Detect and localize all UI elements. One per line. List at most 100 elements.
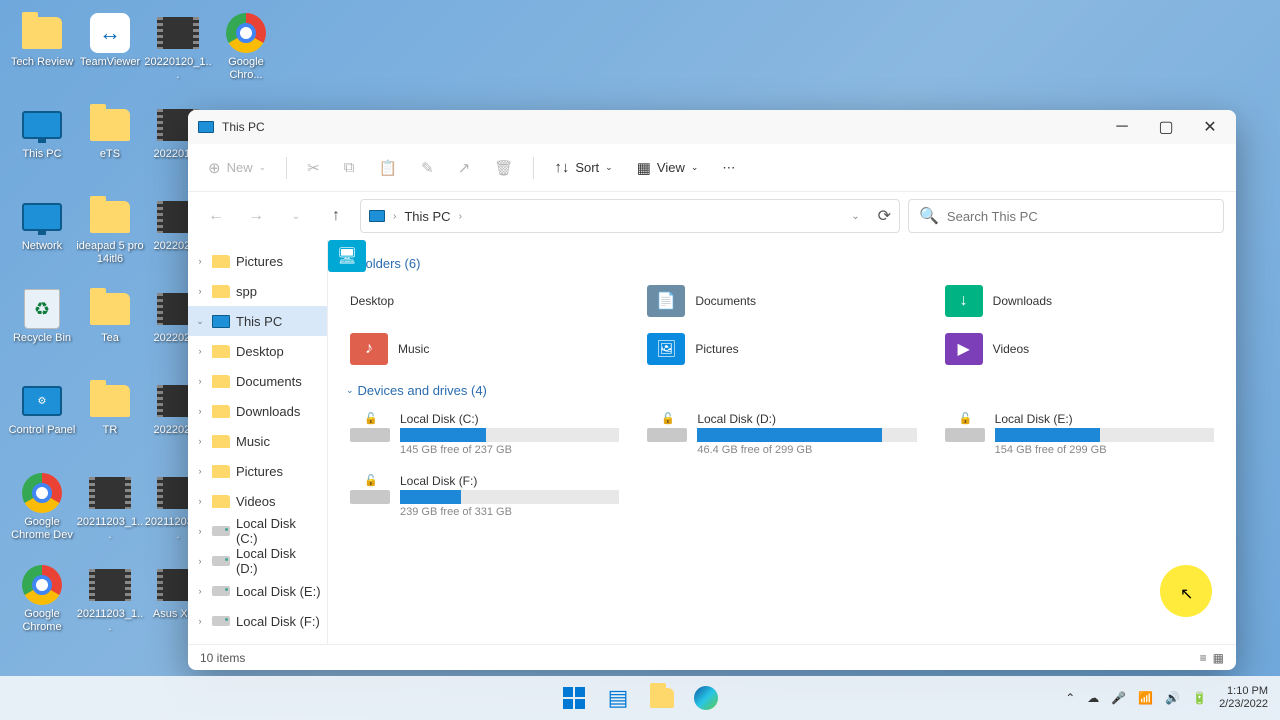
sidebar-item[interactable]: ›Pictures bbox=[188, 246, 327, 276]
drive-item[interactable]: 🔓Local Disk (F:)239 GB free of 331 GB bbox=[346, 470, 623, 522]
details-view-button[interactable]: ≡ bbox=[1200, 651, 1207, 665]
sidebar-item[interactable]: ›Local Disk (D:) bbox=[188, 546, 327, 576]
sidebar-item[interactable]: ›Downloads bbox=[188, 396, 327, 426]
desktop-icon[interactable]: Google Chrome Dev bbox=[8, 472, 76, 542]
taskbar-explorer[interactable] bbox=[643, 679, 681, 717]
chevron-down-icon: ⌄ bbox=[346, 385, 354, 396]
folder-icon: ♪ bbox=[350, 333, 388, 365]
sidebar-item[interactable]: ›Local Disk (C:) bbox=[188, 516, 327, 546]
system-tray[interactable]: ⌃ ☁ 🎤 📶 🔊 🔋 1:10 PM 2/23/2022 bbox=[1065, 685, 1280, 711]
taskbar-notepad[interactable]: ▤ bbox=[599, 679, 637, 717]
new-button[interactable]: ⊕New⌄ bbox=[198, 153, 276, 183]
breadcrumb[interactable]: This PC bbox=[404, 209, 450, 224]
folder-item[interactable]: 📄Documents bbox=[643, 281, 920, 321]
desktop-icon[interactable]: 20211203_1... bbox=[76, 472, 144, 542]
sidebar-item[interactable]: ›Local Disk (F:) bbox=[188, 606, 327, 636]
address-bar[interactable]: › This PC › ⌄ ⟳ bbox=[360, 199, 900, 233]
desktop-icon[interactable]: Recycle Bin bbox=[8, 288, 76, 345]
folder-item[interactable]: ↓Downloads bbox=[941, 281, 1218, 321]
titlebar[interactable]: This PC ─ ▢ ✕ bbox=[188, 110, 1236, 144]
location-icon bbox=[369, 210, 385, 222]
folder-icon: 🖼 bbox=[647, 333, 685, 365]
navbar: ← → ⌄ ↑ › This PC › ⌄ ⟳ 🔍 bbox=[188, 192, 1236, 240]
sidebar-item[interactable]: ›spp bbox=[188, 276, 327, 306]
statusbar: 10 items ≡ ▦ bbox=[188, 644, 1236, 670]
cursor-highlight bbox=[1160, 565, 1212, 617]
sidebar-item[interactable]: ›Pictures bbox=[188, 456, 327, 486]
onedrive-icon[interactable]: ☁ bbox=[1087, 691, 1099, 705]
desktop-icon[interactable]: 20220120_1... bbox=[144, 12, 212, 82]
sort-button[interactable]: ↑↓Sort⌄ bbox=[544, 153, 622, 182]
taskbar-edge[interactable] bbox=[687, 679, 725, 717]
drive-item[interactable]: 🔓Local Disk (C:)145 GB free of 237 GB bbox=[346, 408, 623, 460]
explorer-window: This PC ─ ▢ ✕ ⊕New⌄ ✂ ⧉ 📋 ✎ ↗ 🗑 ↑↓Sort⌄ … bbox=[188, 110, 1236, 670]
sidebar-item[interactable]: ›Local Disk (E:) bbox=[188, 576, 327, 606]
minimize-button[interactable]: ─ bbox=[1100, 111, 1144, 143]
drive-item[interactable]: 🔓Local Disk (E:)154 GB free of 299 GB bbox=[941, 408, 1218, 460]
desktop-icon[interactable]: 20211203_1... bbox=[76, 564, 144, 634]
folder-icon: ↓ bbox=[945, 285, 983, 317]
sidebar-item[interactable]: ›Documents bbox=[188, 366, 327, 396]
sidebar: ›Pictures›spp⌄This PC›Desktop›Documents›… bbox=[188, 240, 328, 644]
desktop-icon[interactable]: Tea bbox=[76, 288, 144, 345]
desktop-icon[interactable]: TeamViewer bbox=[76, 12, 144, 69]
desktop-icon[interactable]: This PC bbox=[8, 104, 76, 161]
share-button: ↗ bbox=[448, 153, 481, 183]
recent-button[interactable]: ⌄ bbox=[280, 200, 312, 232]
desktop-icon[interactable]: TR bbox=[76, 380, 144, 437]
chevron-right-icon: › bbox=[459, 211, 462, 222]
tiles-view-button[interactable]: ▦ bbox=[1213, 651, 1224, 665]
drives-group-header[interactable]: ⌄Devices and drives (4) bbox=[346, 383, 1218, 398]
up-button[interactable]: ↑ bbox=[320, 200, 352, 232]
desktop-icon[interactable]: Google Chro... bbox=[212, 12, 280, 82]
drive-icon: 🔓 bbox=[945, 412, 985, 444]
this-pc-icon bbox=[198, 121, 214, 133]
item-count: 10 items bbox=[200, 651, 245, 665]
search-input[interactable] bbox=[947, 209, 1213, 224]
start-button[interactable] bbox=[555, 679, 593, 717]
rename-button: ✎ bbox=[411, 153, 444, 183]
desktop-icon[interactable]: Network bbox=[8, 196, 76, 253]
dropdown-icon[interactable]: ⌄ bbox=[851, 211, 859, 222]
drive-icon: 🔓 bbox=[350, 412, 390, 444]
sidebar-item[interactable]: ›Desktop bbox=[188, 336, 327, 366]
desktop-icon[interactable]: Tech Review bbox=[8, 12, 76, 69]
desktop-icon[interactable]: ideapad 5 pro 14itl6 bbox=[76, 196, 144, 266]
close-button[interactable]: ✕ bbox=[1188, 111, 1232, 143]
view-button[interactable]: ▦View⌄ bbox=[627, 153, 709, 183]
search-icon: 🔍 bbox=[919, 206, 939, 226]
back-button[interactable]: ← bbox=[200, 200, 232, 232]
folder-item[interactable]: ♪Music bbox=[346, 329, 623, 369]
desktop-icon[interactable]: ⚙Control Panel bbox=[8, 380, 76, 437]
sidebar-item[interactable]: ›Music bbox=[188, 426, 327, 456]
cursor-icon: ↖ bbox=[1180, 584, 1193, 604]
more-button[interactable]: ⋯ bbox=[712, 154, 745, 182]
folder-item[interactable]: 🖼Pictures bbox=[643, 329, 920, 369]
folder-item[interactable]: 🖥Desktop bbox=[346, 281, 623, 321]
drive-icon: 🔓 bbox=[647, 412, 687, 444]
desktop-icon[interactable]: Google Chrome bbox=[8, 564, 76, 634]
drive-item[interactable]: 🔓Local Disk (D:)46.4 GB free of 299 GB bbox=[643, 408, 920, 460]
folder-icon: ▶ bbox=[945, 333, 983, 365]
paste-button: 📋 bbox=[368, 153, 407, 183]
mic-icon[interactable]: 🎤 bbox=[1111, 691, 1126, 705]
forward-button[interactable]: → bbox=[240, 200, 272, 232]
folders-group-header[interactable]: ⌄Folders (6) bbox=[346, 256, 1218, 271]
sidebar-item[interactable]: ›Videos bbox=[188, 486, 327, 516]
folder-item[interactable]: ▶Videos bbox=[941, 329, 1218, 369]
folder-icon: 📄 bbox=[647, 285, 685, 317]
content-pane: ⌄Folders (6) 🖥Desktop 📄Documents ↓Download… bbox=[328, 240, 1236, 644]
battery-icon[interactable]: 🔋 bbox=[1192, 691, 1207, 705]
drive-icon: 🔓 bbox=[350, 474, 390, 506]
desktop-icon[interactable]: eTS bbox=[76, 104, 144, 161]
window-title: This PC bbox=[222, 120, 265, 134]
wifi-icon[interactable]: 📶 bbox=[1138, 691, 1153, 705]
search-box[interactable]: 🔍 bbox=[908, 199, 1224, 233]
tray-chevron-icon[interactable]: ⌃ bbox=[1065, 691, 1075, 705]
chevron-right-icon: › bbox=[393, 211, 396, 222]
clock[interactable]: 1:10 PM 2/23/2022 bbox=[1219, 685, 1268, 711]
maximize-button[interactable]: ▢ bbox=[1144, 111, 1188, 143]
refresh-button[interactable]: ⟳ bbox=[878, 206, 891, 226]
volume-icon[interactable]: 🔊 bbox=[1165, 691, 1180, 705]
sidebar-item[interactable]: ⌄This PC bbox=[188, 306, 327, 336]
